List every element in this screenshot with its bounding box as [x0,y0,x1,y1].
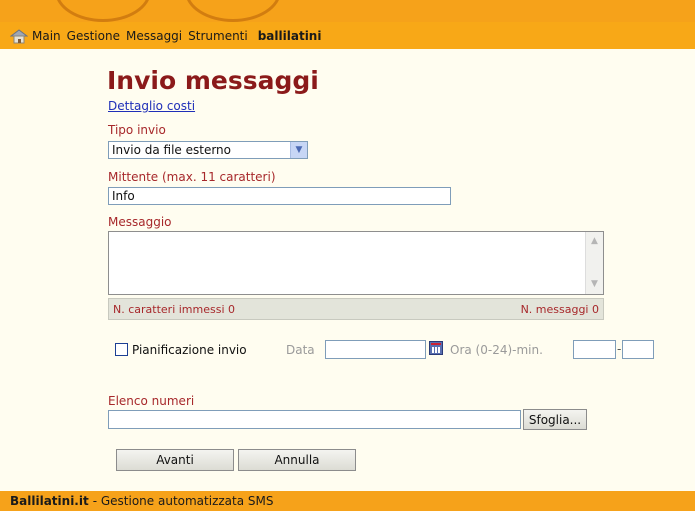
menu-item-strumenti[interactable]: Strumenti [188,29,248,43]
time-label: Ora (0-24)-min. [450,343,543,357]
cost-detail-link[interactable]: Dettaglio costi [108,99,195,113]
footer: Ballilatini.it - Gestione automatizzata … [0,491,695,511]
send-type-value: Invio da file esterno [112,143,232,157]
send-type-select[interactable]: Invio da file esterno ▼ [108,141,308,159]
scheduling-label: Pianificazione invio [132,343,247,357]
next-button[interactable]: Avanti [116,449,234,471]
footer-text: - Gestione automatizzata SMS [92,494,274,508]
top-banner [0,0,695,22]
number-list-file-input[interactable] [108,410,521,429]
banner-decoration [55,0,151,22]
chevron-down-icon[interactable]: ▼ [290,142,307,158]
scroll-up-icon[interactable]: ▲ [588,235,601,248]
message-label: Messaggio [108,215,172,229]
counter-bar: N. caratteri immessi 0 N. messaggi 0 [108,298,604,320]
sender-label: Mittente (max. 11 caratteri) [108,170,276,184]
menu-item-messaggi[interactable]: Messaggi [126,29,182,43]
username-label: ballilatini [257,28,322,43]
footer-brand: Ballilatini.it [10,494,89,508]
calendar-icon[interactable] [429,341,443,355]
date-label: Data [286,343,315,357]
sender-input[interactable] [108,187,451,205]
home-icon[interactable] [9,28,29,44]
scheduling-checkbox[interactable] [115,343,128,356]
banner-decoration [185,0,281,22]
scroll-down-icon[interactable]: ▼ [588,278,601,291]
minute-input[interactable] [622,340,654,359]
send-type-label: Tipo invio [108,123,166,137]
page-title: Invio messaggi [107,66,319,95]
number-list-label: Elenco numeri [108,394,195,408]
messages-counter: N. messaggi 0 [520,302,599,316]
menu-bar: Main Gestione Messaggi Strumenti ballila… [0,22,695,49]
time-separator: - [617,342,622,356]
menu-item-main[interactable]: Main [32,29,61,43]
hour-input[interactable] [573,340,616,359]
message-scrollbar[interactable]: ▲ ▼ [585,232,603,294]
chars-counter: N. caratteri immessi 0 [113,302,236,316]
message-textarea[interactable]: ▲ ▼ [108,231,604,295]
cancel-button[interactable]: Annulla [238,449,356,471]
date-input[interactable] [325,340,426,359]
browse-button[interactable]: Sfoglia... [523,409,587,430]
menu-item-gestione[interactable]: Gestione [67,29,120,43]
